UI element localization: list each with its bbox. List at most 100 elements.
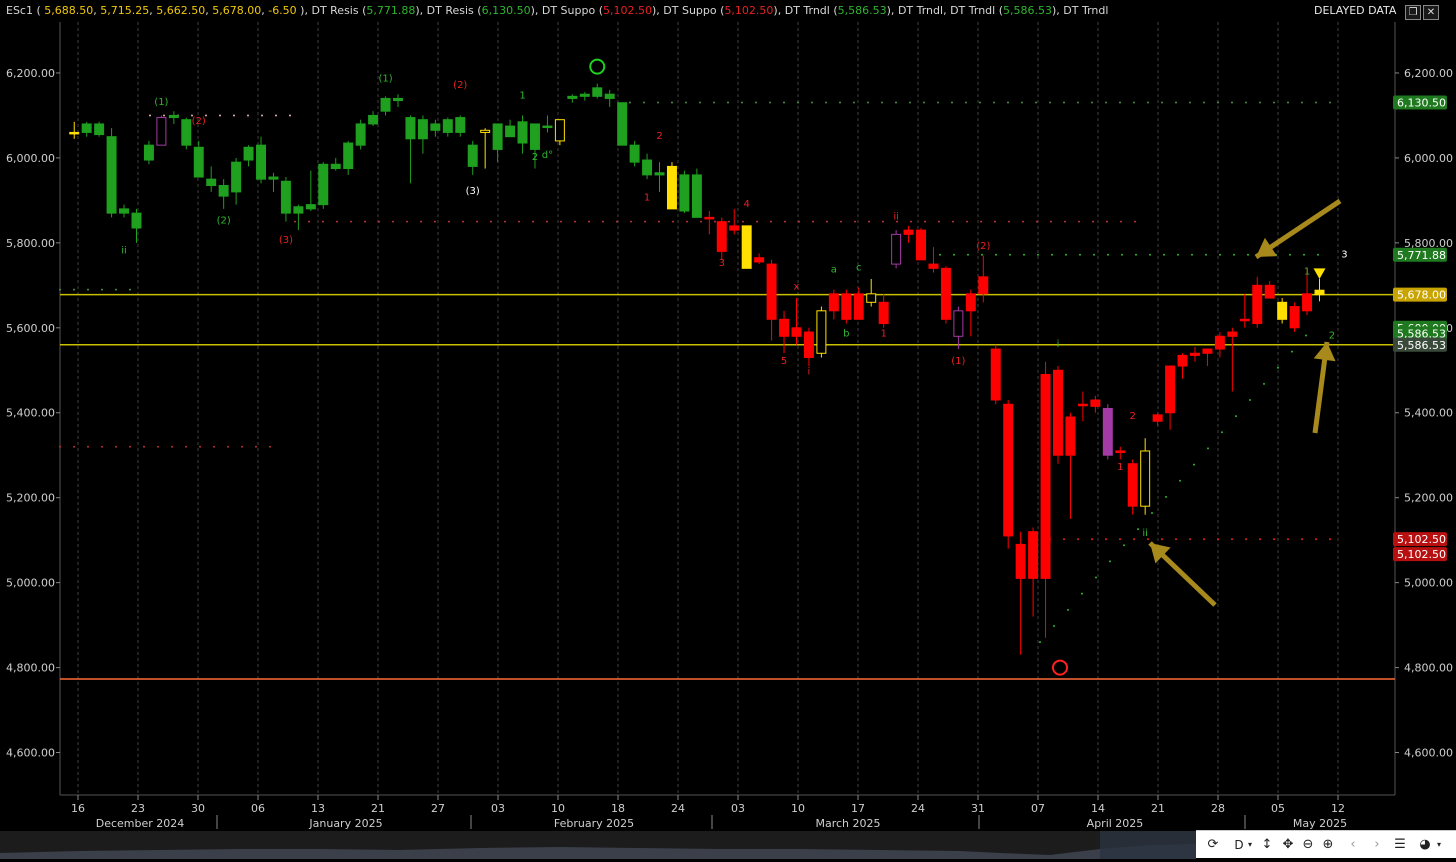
- y-tick-label-left: 5,600.00: [6, 322, 55, 335]
- wave-label: 2: [1329, 330, 1335, 341]
- legend-indicator-2: DT Resis (6,130.50),: [426, 4, 542, 17]
- support-dots: [1273, 538, 1275, 541]
- support-dots: [392, 220, 394, 223]
- candle-body: [816, 310, 827, 354]
- support-dots: [644, 220, 646, 223]
- resistance-dots: [1063, 101, 1065, 104]
- candle-body: [754, 257, 765, 263]
- legend-indicator-8: DT Trndl: [1063, 4, 1108, 17]
- x-tick-label: 12: [1331, 802, 1345, 815]
- chevron-down-icon[interactable]: ▾: [1246, 835, 1254, 855]
- y-tick-label-right: 4,800.00: [1404, 662, 1453, 675]
- palette-icon[interactable]: ◕: [1416, 835, 1434, 855]
- support-dots: [714, 220, 716, 223]
- price-label-text: 5,678.00: [1397, 289, 1446, 302]
- resistance-dots: [1093, 253, 1095, 256]
- chevron-right-icon[interactable]: ›: [1370, 835, 1384, 855]
- candle-body: [779, 318, 790, 337]
- wave-circle-marker: [1052, 659, 1068, 676]
- candle-body: [604, 93, 615, 99]
- close-window-icon[interactable]: ✕: [1423, 5, 1439, 20]
- x-tick-label: 28: [1211, 802, 1225, 815]
- support-dots: [227, 445, 229, 448]
- support-dots: [770, 220, 772, 223]
- list-icon[interactable]: ☰: [1392, 835, 1408, 855]
- chevron-left-icon[interactable]: ‹: [1346, 835, 1360, 855]
- month-label: February 2025: [554, 817, 634, 830]
- resistance-dots: [1177, 253, 1179, 256]
- resistance-dots: [1287, 101, 1289, 104]
- support-dots: [255, 445, 257, 448]
- support-dots: [1063, 538, 1065, 541]
- resistance-dots: [1317, 253, 1319, 256]
- resistance-dots: [1289, 253, 1291, 256]
- resistance-dots: [755, 101, 757, 104]
- restore-window-icon[interactable]: ❐: [1405, 5, 1421, 20]
- pan-icon[interactable]: ✥: [1280, 835, 1296, 855]
- support-dots: [1106, 220, 1108, 223]
- legend-indicator-6: DT Trndl,: [897, 4, 951, 17]
- candle-body: [455, 117, 466, 133]
- candle-body: [1189, 352, 1200, 356]
- candle-body: [1102, 408, 1113, 456]
- support-dots: [826, 220, 828, 223]
- trendline-dots: [1109, 560, 1111, 563]
- support-dots: [199, 445, 201, 448]
- wave-label: (2): [453, 80, 467, 91]
- trendline-dots: [1053, 624, 1055, 627]
- zoom-out-icon[interactable]: ⊖: [1300, 835, 1316, 855]
- support-dots: [115, 288, 117, 291]
- candle-body: [679, 174, 690, 212]
- legend-indicator-3: DT Suppo (5,102.50),: [541, 4, 664, 17]
- support-dots: [87, 288, 89, 291]
- y-tick-label-right: 4,600.00: [1404, 747, 1453, 760]
- trendline-dots: [1067, 608, 1069, 611]
- resistance-dots: [839, 101, 841, 104]
- candle-body: [1177, 354, 1188, 367]
- support-dots: [574, 220, 576, 223]
- resistance-dots: [769, 101, 771, 104]
- support-dots: [241, 445, 243, 448]
- wave-label: 1: [1304, 267, 1310, 278]
- support-dots: [308, 220, 310, 223]
- resistance-dots: [1035, 101, 1037, 104]
- zoom-in-icon[interactable]: ⊕: [1320, 835, 1336, 855]
- support-dots: [686, 220, 688, 223]
- indicator-value: 5,586.53: [837, 4, 887, 17]
- support-dots: [129, 445, 131, 448]
- y-tick-label-left: 4,800.00: [6, 662, 55, 675]
- wave-label: (2): [976, 241, 990, 252]
- resistance-dots: [1037, 253, 1039, 256]
- support-dots: [1231, 538, 1233, 541]
- price-label-text: 5,586.53: [1397, 339, 1446, 352]
- wave-label: (3): [466, 186, 480, 197]
- candle-body: [94, 123, 105, 136]
- legend-indicator-1: DT Resis (5,771.88),: [311, 4, 427, 17]
- support-dots: [101, 288, 103, 291]
- resistance-dots: [1107, 253, 1109, 256]
- support-dots: [59, 288, 61, 291]
- indicator-value: 5,102.50: [603, 4, 652, 17]
- candle-body: [442, 119, 453, 133]
- support-dots: [1315, 538, 1317, 541]
- price-chart[interactable]: 4,600.00 4,600.00 4,800.00 4,800.00 5,000.00…: [0, 0, 1456, 859]
- resistance-dots: [951, 101, 953, 104]
- symbol-label: ESc1: [6, 4, 33, 17]
- candle-body: [617, 102, 628, 146]
- wave-circle-marker: [589, 58, 606, 75]
- wave-label: 2: [656, 131, 662, 142]
- resistance-dots: [1119, 101, 1121, 104]
- support-dots: [213, 445, 215, 448]
- delayed-data-label: DELAYED DATA: [1314, 4, 1397, 17]
- move-vertical-icon[interactable]: ↕: [1260, 835, 1274, 855]
- resistance-dots: [643, 101, 645, 104]
- navigator-strip[interactable]: [0, 831, 1196, 859]
- support-dots: [658, 220, 660, 223]
- refresh-icon[interactable]: ⟳: [1204, 835, 1222, 855]
- indicator-name: DT Suppo: [541, 4, 596, 17]
- chevron-down-icon[interactable]: ▾: [1434, 835, 1444, 855]
- legend-indicator-4: DT Suppo (5,102.50),: [663, 4, 785, 17]
- resistance-dots: [995, 253, 997, 256]
- support-dots: [1259, 538, 1261, 541]
- candle-body: [1003, 403, 1014, 537]
